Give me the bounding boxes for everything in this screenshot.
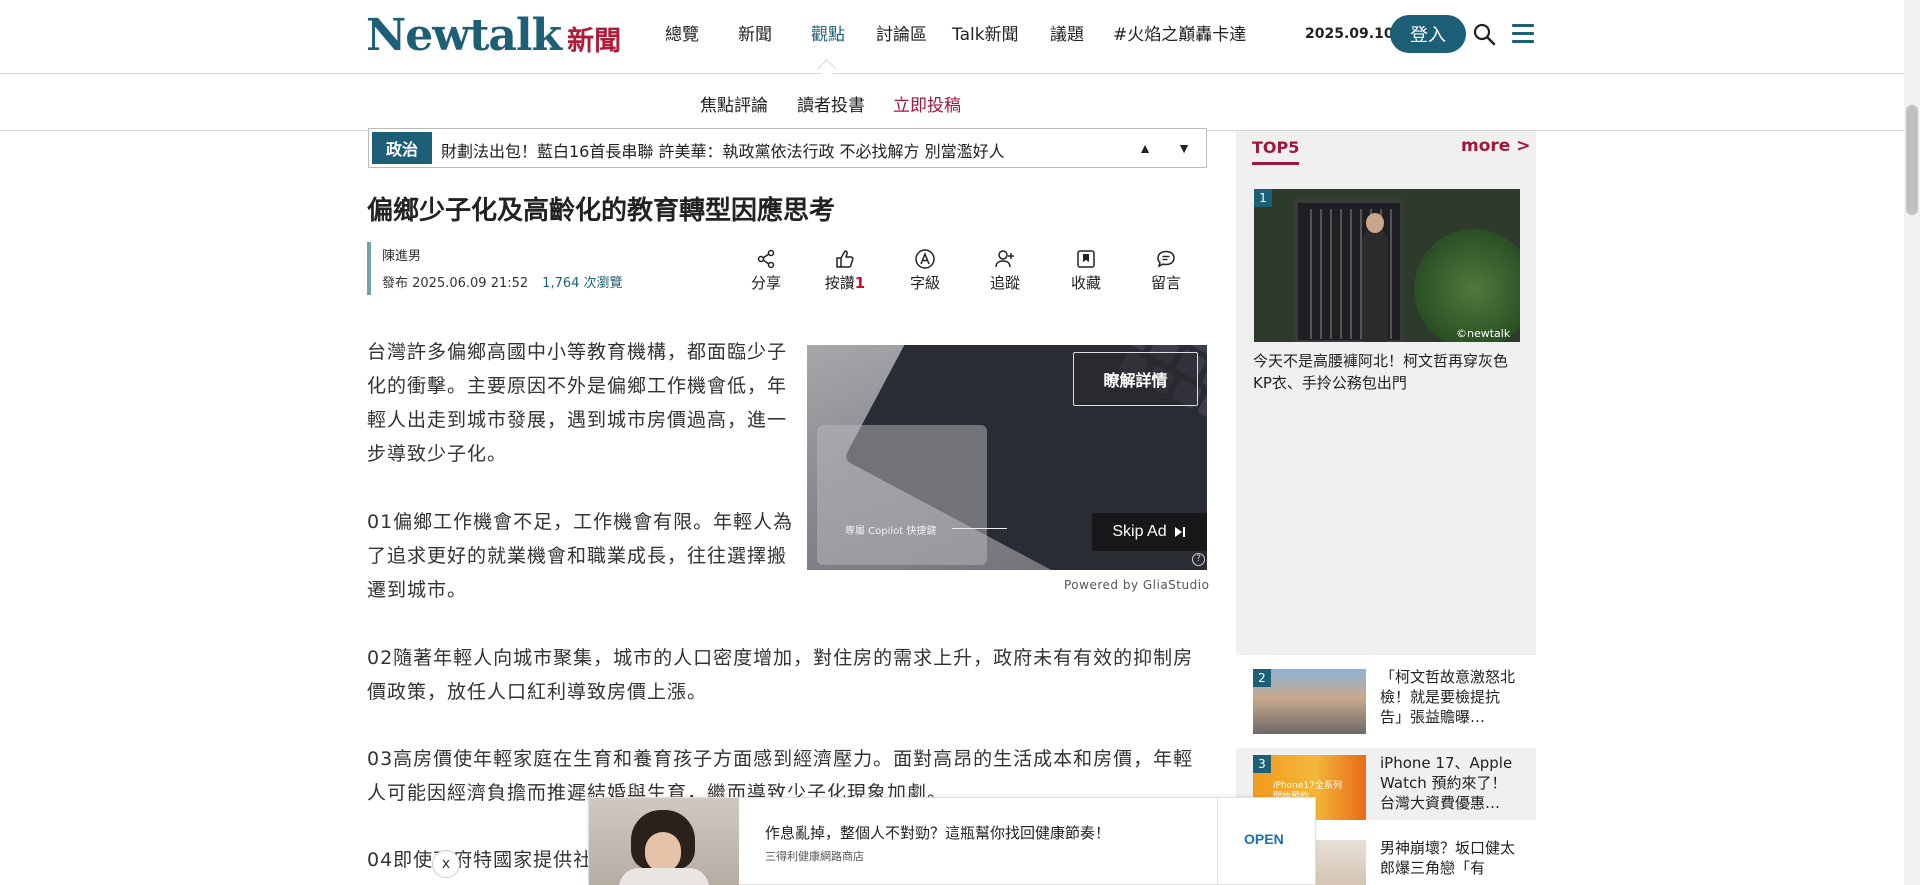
rank-badge: 3 xyxy=(1253,755,1271,773)
bottom-ad-divider xyxy=(1217,798,1218,885)
rank-badge: 1 xyxy=(1254,189,1272,207)
ad-copilot-label: 專屬 Copilot 快捷鍵 xyxy=(845,526,937,537)
article-paragraph: 02隨著年輕人向城市聚集，城市的人口密度增加，對住房的需求上升，政府未有有效的抑… xyxy=(367,647,1194,703)
login-button[interactable]: 登入 xyxy=(1390,15,1466,53)
top5-title: TOP5 xyxy=(1252,138,1300,165)
sub-navigation-bar: 焦點評論 讀者投書 立即投稿 xyxy=(0,74,1904,131)
thumb-person-head xyxy=(1366,213,1384,233)
skip-ad-button[interactable]: Skip Ad xyxy=(1092,513,1207,551)
logo-text-en: Newtalk xyxy=(366,10,562,61)
ad-woman-body xyxy=(619,868,709,885)
comment-button[interactable]: 留言 xyxy=(1138,248,1194,293)
top5-thumbnail[interactable]: 2 xyxy=(1253,669,1366,734)
top1-headline-link[interactable]: 今天不是高腰褲阿北！柯文哲再穿灰色KP衣、手拎公務包出門 xyxy=(1253,350,1521,394)
share-label: 分享 xyxy=(750,274,781,292)
bottom-banner-ad[interactable]: 作息亂掉，整個人不對勁？這瓶幫你找回健康節奏！ 三得利健康網路商店 OPEN xyxy=(588,797,1316,885)
news-ticker: 政治 財劃法出包！藍白16首長串聯 許美華：執政黨依法行政 不必找解方 別當濫好… xyxy=(368,128,1207,168)
bookmark-button[interactable]: 收藏 xyxy=(1058,248,1114,293)
nav-item-hashtag[interactable]: #火焰之巔轟卡達 xyxy=(1113,20,1246,45)
hamburger-menu-icon[interactable] xyxy=(1512,24,1534,44)
article-byline: 陳進男 發布 2025.06.09 21:52 1,764 次瀏覽 xyxy=(367,242,623,295)
ad-info-icon[interactable]: ? xyxy=(1192,553,1205,566)
ticker-down-button[interactable]: ▼ xyxy=(1168,133,1200,163)
comment-icon xyxy=(1157,250,1175,268)
like-button[interactable]: 按讚1 xyxy=(817,248,873,293)
ad-callout-line xyxy=(952,528,1007,529)
thumb-plant-shape xyxy=(1414,229,1520,342)
publish-date: 發布 2025.06.09 21:52 xyxy=(382,276,529,291)
top5-headline-link[interactable]: 「柯文哲故意激怒北檢！就是要檢提抗告」張益贍曝… xyxy=(1380,667,1520,729)
article-meta: 發布 2025.06.09 21:52 1,764 次瀏覽 xyxy=(382,272,623,291)
subnav-item-submit-now[interactable]: 立即投稿 xyxy=(893,91,961,116)
video-ad[interactable]: 專屬 Copilot 快捷鍵 瞭解詳情 Skip Ad ? xyxy=(807,345,1207,570)
top5-headline-link[interactable]: 男神崩壞？坂口健太郎爆三角戀「有 xyxy=(1380,838,1520,885)
article-paragraph: 01偏鄉工作機會不足，工作機會有限。年輕人為了追求更好的就業機會和職業成長，往往… xyxy=(367,511,794,601)
nav-item-topics[interactable]: 議題 xyxy=(1050,20,1084,45)
thumbs-up-icon xyxy=(836,250,854,268)
view-count: 1,764 次瀏覽 xyxy=(542,276,623,291)
ticker-category-badge: 政治 xyxy=(372,132,432,164)
thumb-watermark: ©newtalk xyxy=(1456,327,1511,340)
ticker-up-button[interactable]: ▲ xyxy=(1129,133,1161,163)
share-icon xyxy=(757,249,775,269)
top5-item[interactable]: 2 「柯文哲故意激怒北檢！就是要檢提抗告」張益贍曝… xyxy=(1236,662,1536,734)
nav-item-forum[interactable]: 討論區 xyxy=(876,20,927,45)
nav-item-news[interactable]: 新聞 xyxy=(738,20,772,45)
nav-item-talk-news[interactable]: Talk新聞 xyxy=(952,20,1019,45)
bookmark-icon xyxy=(1077,250,1095,268)
font-size-icon xyxy=(915,249,935,269)
thumb-person-shape xyxy=(1362,229,1388,342)
top5-headline-link[interactable]: iPhone 17、Apple Watch 預約來了！台灣大資費優惠… xyxy=(1380,753,1520,815)
close-ad-button[interactable]: x xyxy=(432,850,460,878)
article-paragraph: 台灣許多偏鄉高國中小等教育機構，都面臨少子化的衝擊。主要原因不外是偏鄉工作機會低… xyxy=(367,341,788,465)
more-link[interactable]: more > xyxy=(1461,136,1530,156)
bottom-ad-open-button[interactable]: OPEN xyxy=(1244,831,1284,847)
scrollbar-thumb[interactable] xyxy=(1906,105,1918,215)
follow-button[interactable]: 追蹤 xyxy=(977,248,1033,293)
powered-by-label: Powered by GliaStudio xyxy=(1064,578,1210,592)
ad-woman-face xyxy=(645,832,681,872)
like-text: 按讚 xyxy=(824,274,855,292)
ad-learn-more-button[interactable]: 瞭解詳情 xyxy=(1073,352,1198,406)
share-button[interactable]: 分享 xyxy=(738,248,794,293)
like-count: 1 xyxy=(854,274,866,292)
nav-item-overview[interactable]: 總覽 xyxy=(665,20,699,45)
rank-badge: 2 xyxy=(1253,669,1271,687)
page-scrollbar[interactable] xyxy=(1904,0,1920,885)
subnav-item-focus-commentary[interactable]: 焦點評論 xyxy=(700,91,768,116)
top1-thumbnail[interactable]: ©newtalk 1 xyxy=(1254,189,1520,342)
current-date: 2025.09.10 xyxy=(1305,26,1394,42)
ticker-headline-link[interactable]: 財劃法出包！藍白16首長串聯 許美華：執政黨依法行政 不必找解方 別當濫好人 xyxy=(441,138,1005,162)
search-icon[interactable] xyxy=(1472,22,1496,46)
nav-item-opinion[interactable]: 觀點 xyxy=(811,20,845,45)
logo-text-zh: 新聞 xyxy=(567,26,622,57)
top-navigation-bar: Newtalk 新聞 總覽 新聞 觀點 討論區 Talk新聞 議題 #火焰之巔轟… xyxy=(0,0,1904,74)
comment-label: 留言 xyxy=(1150,274,1181,292)
skip-ad-label: Skip Ad xyxy=(1112,523,1167,540)
subnav-item-reader-submission[interactable]: 讀者投書 xyxy=(797,91,865,116)
font-size-label: 字級 xyxy=(909,274,940,292)
follow-user-icon xyxy=(995,250,1014,268)
bottom-ad-advertiser: 三得利健康網路商店 xyxy=(765,850,864,863)
bottom-ad-image xyxy=(589,798,739,885)
ad-trackpad-area xyxy=(817,425,987,565)
skip-next-icon xyxy=(1174,527,1185,537)
author-name[interactable]: 陳進男 xyxy=(382,245,623,264)
bottom-ad-title[interactable]: 作息亂掉，整個人不對勁？這瓶幫你找回健康節奏！ xyxy=(765,822,1110,843)
follow-label: 追蹤 xyxy=(989,274,1020,292)
like-label: 按讚1 xyxy=(825,274,865,292)
article-title: 偏鄉少子化及高齡化的教育轉型因應思考 xyxy=(367,196,836,226)
newtalk-logo[interactable]: Newtalk 新聞 xyxy=(366,10,622,61)
font-size-button[interactable]: 字級 xyxy=(897,248,953,293)
bookmark-label: 收藏 xyxy=(1070,274,1101,292)
